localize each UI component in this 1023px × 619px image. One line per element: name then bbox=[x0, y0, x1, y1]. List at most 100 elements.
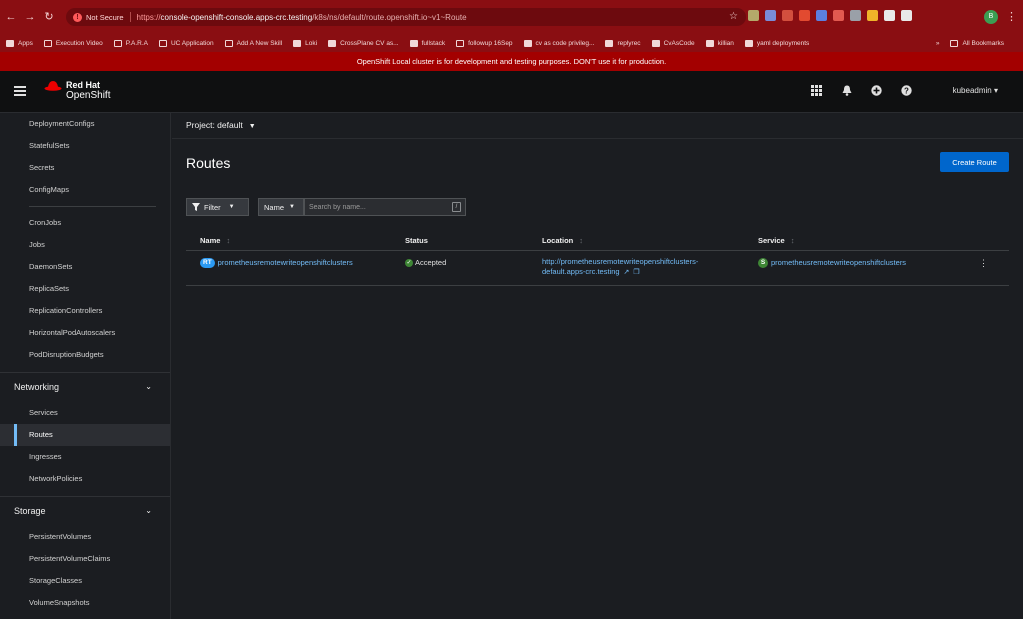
column-name[interactable]: Name ↕ bbox=[200, 236, 230, 245]
create-route-button[interactable]: Create Route bbox=[940, 152, 1009, 172]
nav-item-routes[interactable]: Routes bbox=[0, 424, 170, 446]
bookmark-link[interactable]: replyrec bbox=[605, 39, 641, 47]
hamburger-menu-icon[interactable] bbox=[14, 86, 26, 96]
route-type-badge: RT bbox=[200, 258, 215, 269]
external-link-icon[interactable]: ↗ bbox=[624, 269, 630, 276]
all-bookmarks-button[interactable]: All Bookmarks bbox=[950, 39, 1004, 47]
bookmark-link[interactable]: fullstack bbox=[409, 39, 446, 47]
bookmark-label: All Bookmarks bbox=[962, 39, 1004, 47]
column-status[interactable]: Status bbox=[405, 236, 428, 245]
extension-icons bbox=[748, 10, 912, 21]
bookmark-link[interactable]: CvAsCode bbox=[651, 39, 695, 47]
service-link[interactable]: prometheusremotewriteopenshiftclusters bbox=[771, 258, 906, 267]
bookmark-label: Add A New Skill bbox=[236, 39, 283, 47]
folder-icon bbox=[43, 39, 52, 47]
help-question-icon[interactable]: ? bbox=[901, 85, 912, 96]
app-launcher-icon[interactable] bbox=[811, 85, 822, 96]
github-icon bbox=[523, 39, 532, 47]
nav-item-services[interactable]: Services bbox=[0, 402, 170, 424]
extension-icon[interactable] bbox=[765, 10, 776, 21]
bookmark-folder[interactable]: Add A New Skill bbox=[224, 39, 283, 47]
nav-section-networking[interactable]: Networking ⌄ bbox=[0, 372, 170, 400]
location-link-line2[interactable]: default.apps-crc.testing bbox=[542, 267, 620, 276]
bookmark-label: fullstack bbox=[421, 39, 446, 47]
search-input[interactable] bbox=[305, 199, 445, 215]
nav-item-replicasets[interactable]: ReplicaSets bbox=[0, 278, 170, 300]
extension-icon[interactable] bbox=[850, 10, 861, 21]
back-button[interactable]: ← bbox=[3, 9, 19, 25]
nav-item-persistentvolumeclaims[interactable]: PersistentVolumeClaims bbox=[0, 548, 170, 570]
bookmark-link[interactable]: killian bbox=[705, 39, 734, 47]
nav-item-replicationcontrollers[interactable]: ReplicationControllers bbox=[0, 300, 170, 322]
column-label: Service bbox=[758, 236, 785, 245]
nav-item-deploymentconfigs[interactable]: DeploymentConfigs bbox=[0, 113, 170, 135]
column-service[interactable]: Service ↕ bbox=[758, 236, 794, 245]
bookmark-apps[interactable]: Apps bbox=[6, 39, 33, 47]
status-cell: ✓ Accepted bbox=[405, 258, 446, 268]
bookmarks-overflow-button[interactable]: » bbox=[936, 40, 940, 47]
browser-menu-icon[interactable]: ⋮ bbox=[1006, 10, 1017, 23]
extension-icon[interactable] bbox=[782, 10, 793, 21]
search-attribute-select[interactable]: Name ▼ bbox=[258, 198, 304, 216]
row-actions-kebab-icon[interactable]: ⋮ bbox=[979, 258, 988, 269]
nav-item-ingresses[interactable]: Ingresses bbox=[0, 446, 170, 468]
nav-item-horizontalpodautoscalers[interactable]: HorizontalPodAutoscalers bbox=[0, 322, 170, 344]
extension-icon[interactable] bbox=[799, 10, 810, 21]
nav-item-jobs[interactable]: Jobs bbox=[0, 234, 170, 256]
quick-create-plus-icon[interactable] bbox=[871, 85, 882, 96]
nav-item-networkpolicies[interactable]: NetworkPolicies bbox=[0, 468, 170, 490]
folder-icon bbox=[456, 39, 465, 47]
bookmark-label: UC Application bbox=[170, 39, 214, 47]
nav-item-secrets[interactable]: Secrets bbox=[0, 157, 170, 179]
nav-item-cronjobs[interactable]: CronJobs bbox=[0, 212, 170, 234]
bookmark-link[interactable]: CrossPlane CV as... bbox=[328, 39, 399, 47]
check-circle-icon: ✓ bbox=[405, 259, 413, 268]
bookmark-link[interactable]: Loki bbox=[293, 39, 317, 47]
copy-icon[interactable]: ❐ bbox=[633, 269, 639, 276]
security-indicator[interactable]: ! Not Secure bbox=[73, 12, 124, 22]
url-text: https://console-openshift-console.apps-c… bbox=[137, 13, 467, 22]
folder-icon bbox=[113, 39, 122, 47]
address-bar[interactable]: ! Not Secure https://console-openshift-c… bbox=[66, 8, 746, 26]
bookmark-link[interactable]: yaml deployments bbox=[744, 39, 809, 47]
nav-item-poddisruptionbudgets[interactable]: PodDisruptionBudgets bbox=[0, 344, 170, 366]
filter-label: Filter bbox=[204, 202, 221, 212]
user-menu-toggle[interactable]: kubeadmin ▾ bbox=[953, 86, 998, 95]
nav-item-daemonsets[interactable]: DaemonSets bbox=[0, 256, 170, 278]
nav-item-volumesnapshots[interactable]: VolumeSnapshots bbox=[0, 592, 170, 614]
project-selector[interactable]: Project: default ▼ bbox=[186, 120, 256, 130]
bookmark-folder[interactable]: Execution Video bbox=[43, 39, 103, 47]
column-location[interactable]: Location ↕ bbox=[542, 236, 583, 245]
nav-item-persistentvolumes[interactable]: PersistentVolumes bbox=[0, 526, 170, 548]
folder-icon bbox=[950, 39, 959, 47]
openshift-logo[interactable]: Red Hat OpenShift bbox=[44, 80, 110, 102]
filter-dropdown[interactable]: Filter ▼ bbox=[186, 198, 249, 216]
redhat-hat-icon bbox=[44, 81, 62, 91]
extension-icon[interactable] bbox=[884, 10, 895, 21]
favicon-icon bbox=[651, 39, 660, 47]
bookmark-folder[interactable]: P.A.R.A bbox=[113, 39, 148, 47]
bookmark-folder[interactable]: UC Application bbox=[158, 39, 214, 47]
bookmark-label: Execution Video bbox=[55, 39, 103, 47]
extension-icon[interactable] bbox=[816, 10, 827, 21]
nav-item-statefulsets[interactable]: StatefulSets bbox=[0, 135, 170, 157]
extension-icon[interactable] bbox=[901, 10, 912, 21]
extension-icon[interactable] bbox=[833, 10, 844, 21]
nav-section-storage[interactable]: Storage ⌄ bbox=[0, 496, 170, 524]
nav-item-configmaps[interactable]: ConfigMaps bbox=[0, 179, 170, 201]
bookmark-star-icon[interactable]: ☆ bbox=[729, 11, 738, 22]
route-name-link[interactable]: prometheusremotewriteopenshiftclusters bbox=[218, 258, 353, 267]
extension-icon[interactable] bbox=[867, 10, 878, 21]
reload-button[interactable]: ↻ bbox=[41, 9, 57, 25]
bookmark-link[interactable]: cv as code privileg... bbox=[523, 39, 594, 47]
profile-avatar[interactable]: B bbox=[984, 10, 998, 24]
extension-icon[interactable] bbox=[748, 10, 759, 21]
nav-item-storageclasses[interactable]: StorageClasses bbox=[0, 570, 170, 592]
folder-icon bbox=[158, 39, 167, 47]
bookmark-folder[interactable]: followup 16Sep bbox=[456, 39, 513, 47]
chevron-down-icon: ⌄ bbox=[145, 506, 152, 515]
notifications-bell-icon[interactable] bbox=[841, 85, 852, 96]
favicon-icon bbox=[605, 39, 614, 47]
forward-button[interactable]: → bbox=[22, 9, 38, 25]
location-link-line1[interactable]: http://prometheusremotewriteopenshiftclu… bbox=[542, 257, 698, 267]
